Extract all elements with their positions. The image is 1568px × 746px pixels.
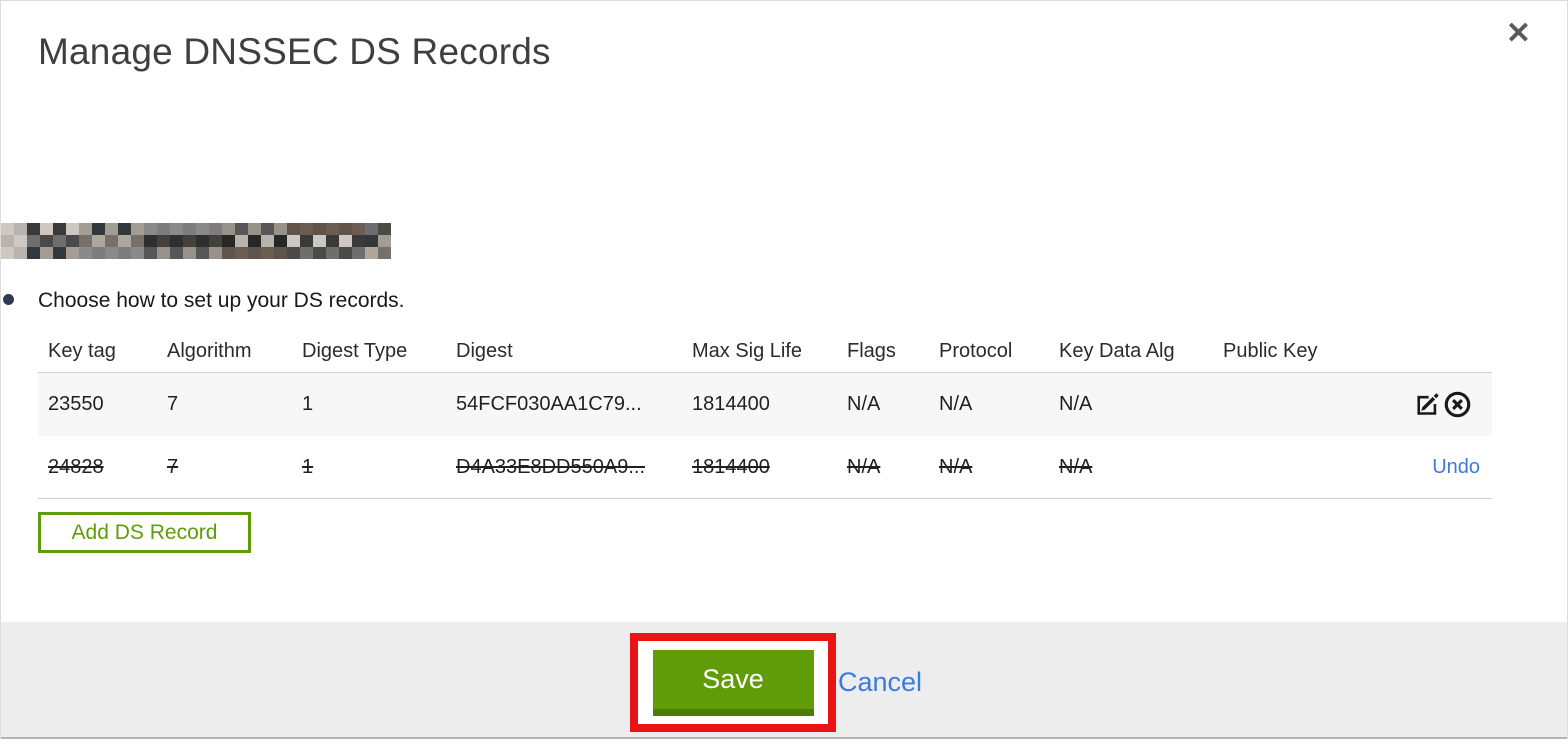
cell-digest-type: 1	[302, 455, 314, 478]
page-title: Manage DNSSEC DS Records	[38, 31, 551, 72]
cell-digest: 54FCF030AA1C79...	[456, 393, 642, 415]
cell-max-sig-life: 1814400	[692, 455, 770, 478]
col-header-public-key: Public Key	[1223, 339, 1318, 362]
col-header-max-sig-life: Max Sig Life	[692, 339, 803, 362]
table-header-row: Key tag Algorithm Digest Type Digest Max…	[38, 330, 1492, 373]
cell-protocol: N/A	[939, 455, 973, 478]
list-bullet-icon	[3, 294, 14, 305]
cell-key-data-alg: N/A	[1059, 393, 1093, 415]
col-header-flags: Flags	[847, 339, 896, 362]
delete-icon[interactable]	[1443, 390, 1472, 419]
col-header-protocol: Protocol	[939, 339, 1013, 362]
annotation-highlight-box: Save	[630, 633, 836, 732]
cell-flags: N/A	[847, 393, 881, 415]
cell-digest-type: 1	[302, 393, 314, 415]
add-ds-record-button[interactable]: Add DS Record	[38, 512, 251, 553]
col-header-algorithm: Algorithm	[167, 339, 252, 362]
table-row: 23550 7 1 54FCF030AA1C79... 1814400 N/A …	[38, 373, 1492, 436]
col-header-key-data-alg: Key Data Alg	[1059, 339, 1175, 362]
cell-undo: Undo	[1353, 456, 1492, 479]
cell-key-data-alg: N/A	[1059, 455, 1093, 478]
cell-protocol: N/A	[939, 393, 973, 415]
col-header-digest: Digest	[456, 339, 513, 362]
dnssec-ds-records-dialog: ✕ Manage DNSSEC DS Records Choose how to…	[0, 0, 1568, 739]
cancel-link[interactable]: Cancel	[838, 667, 922, 698]
cell-digest: D4A33E8DD550A9...	[456, 455, 646, 478]
domain-name-redacted	[1, 223, 391, 259]
undo-link[interactable]: Undo	[1432, 456, 1480, 478]
cell-key-tag: 24828	[48, 455, 104, 478]
instruction-text: Choose how to set up your DS records.	[38, 289, 405, 312]
dialog-footer: Save Cancel	[1, 622, 1567, 739]
cell-max-sig-life: 1814400	[692, 393, 770, 415]
edit-icon[interactable]	[1413, 390, 1442, 419]
save-button[interactable]: Save	[652, 649, 814, 716]
cell-key-tag: 23550	[48, 393, 104, 415]
ds-records-table: Key tag Algorithm Digest Type Digest Max…	[38, 330, 1492, 499]
cell-actions	[1353, 390, 1492, 419]
cell-algorithm: 7	[167, 455, 179, 478]
cell-flags: N/A	[847, 455, 881, 478]
table-row-deleted: 24828 7 1 D4A33E8DD550A9... 1814400 N/A …	[38, 436, 1492, 499]
cell-algorithm: 7	[167, 393, 179, 415]
close-icon[interactable]: ✕	[1506, 19, 1531, 49]
col-header-digest-type: Digest Type	[302, 339, 408, 362]
col-header-key-tag: Key tag	[48, 339, 116, 362]
